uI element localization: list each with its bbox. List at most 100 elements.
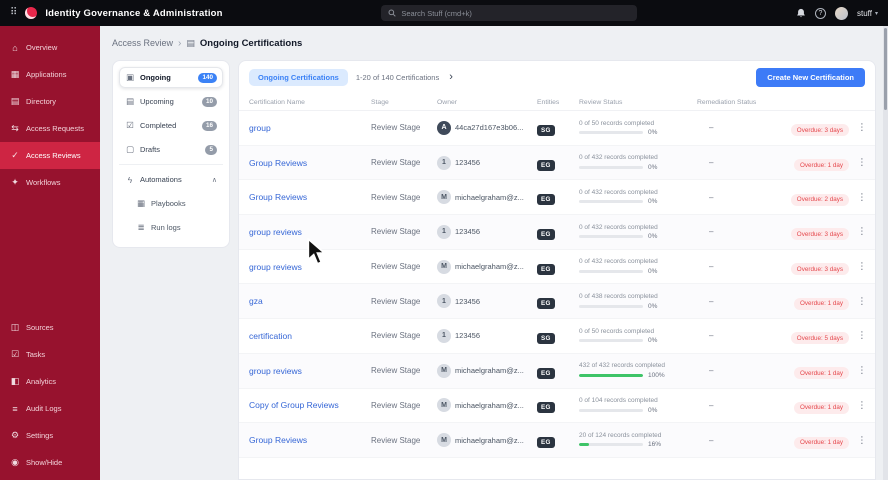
row-menu-button[interactable]: ⋮ — [853, 330, 871, 341]
sidebar-item-overview[interactable]: ⌂ Overview — [0, 34, 100, 61]
filter-run-logs[interactable]: ≣ Run logs — [119, 217, 223, 238]
sidebar-item-label: Analytics — [26, 377, 57, 386]
stage-cell: Review Stage — [371, 158, 421, 168]
progress-bar — [579, 269, 643, 273]
certification-name-link[interactable]: Copy of Group Reviews — [249, 400, 371, 410]
table-row[interactable]: group reviews Review Stage 1 123456 EG 0 of 4… — [239, 215, 875, 250]
app-grid-icon[interactable]: ⠿ — [10, 8, 17, 18]
filter-automations[interactable]: ϟ Automations ∧ — [119, 169, 223, 190]
certification-name-link[interactable]: group reviews — [249, 366, 371, 376]
owner-name: 123456 — [455, 296, 481, 306]
sidebar-item-access-requests[interactable]: ⇆ Access Requests — [0, 115, 100, 142]
certification-name-link[interactable]: Group Reviews — [249, 192, 371, 202]
next-page-button[interactable]: › — [447, 72, 455, 83]
sidebar-item-audit-logs[interactable]: ≡ Audit Logs — [0, 395, 100, 422]
filter-upcoming[interactable]: ▤ Upcoming 10 — [119, 91, 223, 112]
row-menu-button[interactable]: ⋮ — [853, 226, 871, 237]
overdue-cell: Overdue: 1 day — [767, 362, 853, 380]
owner-avatar: 1 — [437, 224, 451, 239]
certification-name-link[interactable]: group reviews — [249, 227, 371, 237]
table-row[interactable]: group reviews Review Stage Mmichaelgraham@… — [239, 250, 875, 285]
row-menu-button[interactable]: ⋮ — [853, 157, 871, 168]
sidebar-item-tasks[interactable]: ☑ Tasks — [0, 341, 100, 368]
analytics-icon: ◧ — [10, 376, 20, 386]
progress-row: 0% — [579, 164, 697, 171]
app-title: Identity Governance & Administration — [45, 7, 223, 19]
table-toolbar: Ongoing Certifications 1-20 of 140 Certi… — [239, 61, 875, 94]
settings-icon: ⚙ — [10, 430, 20, 440]
sidebar-item-show-hide[interactable]: ◉ Show/Hide — [0, 449, 100, 476]
review-status-cell: 0 of 438 records completed 0% — [579, 293, 697, 310]
user-avatar[interactable] — [835, 6, 848, 20]
search-input[interactable] — [401, 8, 631, 18]
owner-cell: Mmichaelgraham@z... — [437, 190, 537, 205]
certification-name-link[interactable]: group — [249, 123, 371, 133]
certification-name-link[interactable]: gza — [249, 296, 371, 306]
table-row[interactable]: certification Review Stage 1 123456 SG 0 of 5… — [239, 319, 875, 354]
table-row[interactable]: gza Review Stage 1 123456 EG 0 of 438 records… — [239, 284, 875, 320]
help-icon[interactable]: ? — [815, 7, 826, 19]
row-menu-button[interactable]: ⋮ — [853, 435, 871, 446]
certification-name-link[interactable]: certification — [249, 331, 371, 341]
overdue-badge: Overdue: 3 days — [790, 124, 849, 137]
stage-cell: Review Stage — [371, 366, 421, 376]
certification-name-link[interactable]: Group Reviews — [249, 158, 371, 168]
progress-row: 0% — [579, 268, 697, 275]
filter-list: ▣ Ongoing 140 ▤ Upcoming 10 ☑ Completed 16 ▢ Draft… — [119, 67, 223, 160]
scrollbar-thumb[interactable] — [884, 28, 887, 110]
table-row[interactable]: Group Reviews Review Stage Mmichaelgraham@… — [239, 423, 875, 458]
row-menu-button[interactable]: ⋮ — [853, 400, 871, 411]
entity-badge: EG — [537, 402, 555, 414]
owner-cell: Mmichaelgraham@z... — [437, 433, 537, 448]
progress-row: 0% — [579, 198, 697, 205]
row-menu-button[interactable]: ⋮ — [853, 296, 871, 307]
entity-badge: EG — [537, 228, 555, 240]
owner-avatar: M — [437, 398, 451, 413]
row-menu-button[interactable]: ⋮ — [853, 192, 871, 203]
certification-name-link[interactable]: Group Reviews — [249, 435, 371, 445]
progress-row: 100% — [579, 372, 697, 379]
breadcrumb-parent-link[interactable]: Access Review — [112, 38, 173, 48]
row-menu-button[interactable]: ⋮ — [853, 365, 871, 376]
table-row[interactable]: Copy of Group Reviews Review Stage Mmichae… — [239, 389, 875, 424]
completed-icon: ☑ — [126, 120, 134, 130]
page-scrollbar[interactable] — [883, 26, 888, 480]
owner-cell: 1 123456 — [437, 224, 537, 239]
owner-avatar: M — [437, 190, 451, 205]
sidebar-item-workflows[interactable]: ✦ Workflows — [0, 169, 100, 196]
row-menu-button[interactable]: ⋮ — [853, 122, 871, 133]
create-certification-button[interactable]: Create New Certification — [756, 68, 865, 87]
chevron-right-icon: › — [178, 37, 182, 49]
notifications-bell-icon[interactable] — [796, 8, 806, 18]
sidebar-item-analytics[interactable]: ◧ Analytics — [0, 368, 100, 395]
sidebar-item-directory[interactable]: ▤ Directory — [0, 88, 100, 115]
row-menu-button[interactable]: ⋮ — [853, 261, 871, 272]
filter-drafts[interactable]: ▢ Drafts 5 — [119, 139, 223, 160]
progress-bar — [579, 131, 643, 135]
table-row[interactable]: Group Reviews Review Stage 1 123456 EG 0 of 4… — [239, 145, 875, 181]
table-row[interactable]: Group Reviews Review Stage Mmichaelgraham@… — [239, 180, 875, 216]
sidebar-item-applications[interactable]: ▦ Applications — [0, 61, 100, 88]
sidebar-item-access-reviews[interactable]: ✓ Access Reviews — [0, 142, 100, 169]
owner-avatar: A — [437, 120, 451, 135]
global-search[interactable] — [381, 5, 638, 21]
sidebar-item-settings[interactable]: ⚙ Settings — [0, 422, 100, 449]
filter-ongoing[interactable]: ▣ Ongoing 140 — [119, 67, 223, 88]
entities-cell: EG — [537, 258, 579, 276]
sidebar-item-label: Workflows — [26, 178, 61, 187]
remediation-cell: – — [709, 435, 714, 445]
review-status-cell: 0 of 432 records completed 0% — [579, 258, 697, 275]
sidebar-item-sources[interactable]: ◫ Sources — [0, 314, 100, 341]
tab-ongoing-certifications[interactable]: Ongoing Certifications — [249, 69, 348, 86]
filter-playbooks[interactable]: ▦ Playbooks — [119, 193, 223, 214]
table-row[interactable]: group Review Stage A 44ca27d167e3b06... SG 0 … — [239, 111, 875, 146]
stage-cell: Review Stage — [371, 296, 421, 306]
owner-cell: Mmichaelgraham@z... — [437, 363, 537, 378]
progress-row: 0% — [579, 303, 697, 310]
filter-completed[interactable]: ☑ Completed 16 — [119, 115, 223, 136]
table-row[interactable]: group reviews Review Stage Mmichaelgraham@… — [239, 353, 875, 389]
user-menu[interactable]: stuff ▾ — [857, 9, 878, 18]
review-status-cell: 20 of 124 records completed 16% — [579, 432, 697, 448]
certification-name-link[interactable]: group reviews — [249, 262, 371, 272]
owner-avatar: M — [437, 433, 451, 448]
